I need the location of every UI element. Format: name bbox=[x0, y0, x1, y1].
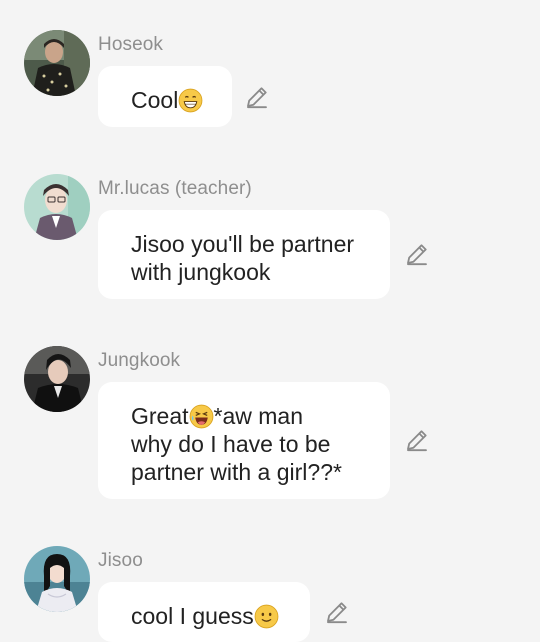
jungkook-avatar[interactable] bbox=[24, 346, 90, 412]
sender-name: Jungkook bbox=[98, 350, 181, 371]
smiling-emoji bbox=[254, 604, 279, 629]
sender-name: Mr.lucas (teacher) bbox=[98, 178, 252, 199]
message-line: Great *aw man bbox=[131, 403, 304, 429]
message-line: why do I have to be bbox=[131, 431, 331, 457]
pencil-edit-icon[interactable] bbox=[405, 242, 429, 266]
jisoo-avatar[interactable] bbox=[24, 546, 90, 612]
message-line: cool I guess bbox=[131, 602, 279, 630]
message-bubble[interactable]: Cool bbox=[98, 66, 232, 127]
laughing-emoji bbox=[189, 404, 213, 429]
message-line: Jisoo you'll be partner bbox=[131, 231, 355, 257]
pencil-edit-icon[interactable] bbox=[325, 600, 349, 624]
grinning-emoji bbox=[178, 88, 203, 113]
hoseok-avatar[interactable] bbox=[24, 30, 90, 96]
message-bubble[interactable]: cool I guess bbox=[98, 582, 310, 642]
message-bubble[interactable]: Jisoo you'll be partner with jungkook bbox=[98, 210, 390, 299]
sender-name: Hoseok bbox=[98, 34, 164, 55]
pencil-edit-icon[interactable] bbox=[405, 428, 429, 452]
message-bubble[interactable]: Great *aw man why do I have to be partner… bbox=[98, 382, 390, 499]
message-line: partner with a girl??* bbox=[131, 459, 342, 485]
message-line: Cool bbox=[131, 86, 203, 114]
message-line: with jungkook bbox=[131, 259, 271, 285]
mr-lucas-avatar[interactable] bbox=[24, 174, 90, 240]
pencil-edit-icon[interactable] bbox=[245, 85, 269, 109]
sender-name: Jisoo bbox=[98, 550, 143, 571]
